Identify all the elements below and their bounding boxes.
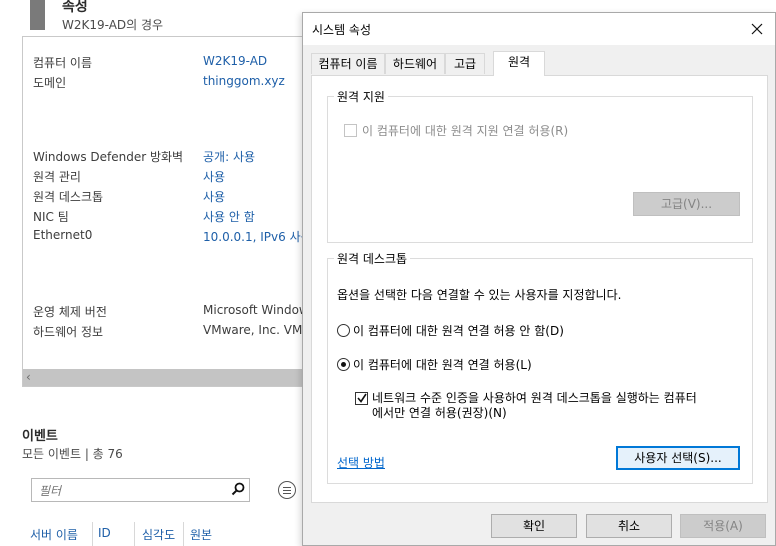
prop-value-computer-name[interactable]: W2K19-AD: [203, 54, 267, 68]
prop-label-hardware: 하드웨어 정보: [33, 325, 104, 339]
prop-label-firewall: Windows Defender 방화벽: [33, 150, 184, 164]
prop-value-domain[interactable]: thinggom.xyz: [203, 74, 285, 88]
tab-remote[interactable]: 원격: [493, 51, 545, 76]
tab-computer-name[interactable]: 컴퓨터 이름: [311, 53, 385, 74]
cancel-button[interactable]: 취소: [586, 514, 672, 538]
remote-assistance-group: 원격 지원 이 컴퓨터에 대한 원격 지원 연결 허용(R) 고급(V)...: [327, 88, 753, 243]
nla-label-line2[interactable]: 에서만 연결 허용(권장)(N): [372, 404, 507, 421]
server-icon: [30, 0, 45, 30]
prop-label-os-version: 운영 체제 버전: [33, 305, 107, 319]
prop-label-remote-management: 원격 관리: [33, 170, 81, 184]
prop-label-domain: 도메인: [33, 76, 67, 90]
events-subtitle: 모든 이벤트 | 총 76: [22, 447, 123, 461]
column-severity[interactable]: 심각도: [142, 526, 175, 543]
prop-value-remote-desktop[interactable]: 사용: [203, 188, 225, 205]
apply-button[interactable]: 적용(A): [680, 514, 766, 538]
prop-label-remote-desktop: 원격 데스크톱: [33, 190, 104, 204]
help-me-choose-link[interactable]: 선택 방법: [337, 454, 385, 471]
search-icon[interactable]: [231, 482, 245, 496]
list-options-icon[interactable]: [278, 481, 296, 499]
radio-selected-dot: [341, 362, 346, 367]
deny-remote-label[interactable]: 이 컴퓨터에 대한 원격 연결 허용 안 함(D): [353, 322, 564, 339]
prop-value-nic-team[interactable]: 사용 안 함: [203, 208, 255, 225]
remote-tab-content: 원격 지원 이 컴퓨터에 대한 원격 지원 연결 허용(R) 고급(V)... …: [311, 75, 768, 503]
properties-subtitle: W2K19-AD의 경우: [62, 18, 164, 32]
advanced-button[interactable]: 고급(V)...: [633, 192, 740, 216]
prop-value-os-version: Microsoft Window: [203, 303, 309, 317]
column-source[interactable]: 원본: [190, 526, 212, 543]
events-title: 이벤트: [22, 429, 58, 444]
remote-desktop-group: 원격 데스크톱 옵션을 선택한 다음 연결할 수 있는 사용자를 지정합니다. …: [327, 250, 753, 484]
dialog-titlebar[interactable]: 시스템 속성: [303, 13, 775, 45]
properties-title: 속성: [62, 0, 88, 15]
checkmark-icon: [357, 393, 367, 403]
deny-remote-radio[interactable]: [337, 324, 350, 337]
prop-label-ethernet0: Ethernet0: [33, 228, 93, 242]
allow-remote-radio[interactable]: [337, 358, 350, 371]
remote-desktop-instruction: 옵션을 선택한 다음 연결할 수 있는 사용자를 지정합니다.: [337, 288, 622, 302]
events-filter-box[interactable]: [31, 478, 250, 502]
system-properties-dialog: 시스템 속성 컴퓨터 이름 하드웨어 고급 원격 원격 지원 이 컴퓨터에 대한…: [302, 12, 776, 546]
prop-value-hardware: VMware, Inc. VMw: [203, 323, 313, 337]
scroll-left-arrow-icon[interactable]: ‹: [26, 370, 31, 384]
remote-assistance-checkbox-label: 이 컴퓨터에 대한 원격 지원 연결 허용(R): [362, 124, 569, 138]
column-server-name[interactable]: 서버 이름: [30, 526, 78, 543]
prop-value-firewall[interactable]: 공개: 사용: [203, 148, 255, 165]
horizontal-scrollbar[interactable]: ‹: [23, 369, 303, 386]
column-divider: [183, 522, 184, 546]
prop-value-remote-management[interactable]: 사용: [203, 168, 225, 185]
column-divider: [134, 522, 135, 546]
select-users-button[interactable]: 사용자 선택(S)...: [616, 446, 740, 470]
close-icon[interactable]: [747, 19, 767, 39]
prop-label-nic-team: NIC 팀: [33, 210, 69, 224]
column-id[interactable]: ID: [98, 526, 111, 540]
allow-remote-label[interactable]: 이 컴퓨터에 대한 원격 연결 허용(L): [353, 356, 532, 373]
remote-assistance-legend: 원격 지원: [334, 88, 388, 105]
tab-hardware[interactable]: 하드웨어: [385, 53, 445, 74]
prop-label-computer-name: 컴퓨터 이름: [33, 56, 93, 70]
events-filter-input[interactable]: [37, 480, 221, 502]
remote-desktop-legend: 원격 데스크톱: [334, 250, 411, 267]
remote-assistance-checkbox[interactable]: [344, 124, 357, 137]
nla-checkbox[interactable]: [355, 392, 368, 405]
dialog-title: 시스템 속성: [312, 23, 372, 37]
events-table-header: 서버 이름 ID 심각도 원본: [22, 520, 302, 546]
prop-value-ethernet0[interactable]: 10.0.0.1, IPv6 사용: [203, 228, 312, 245]
column-divider: [92, 522, 93, 546]
tab-advanced[interactable]: 고급: [445, 53, 485, 74]
ok-button[interactable]: 확인: [491, 514, 577, 538]
